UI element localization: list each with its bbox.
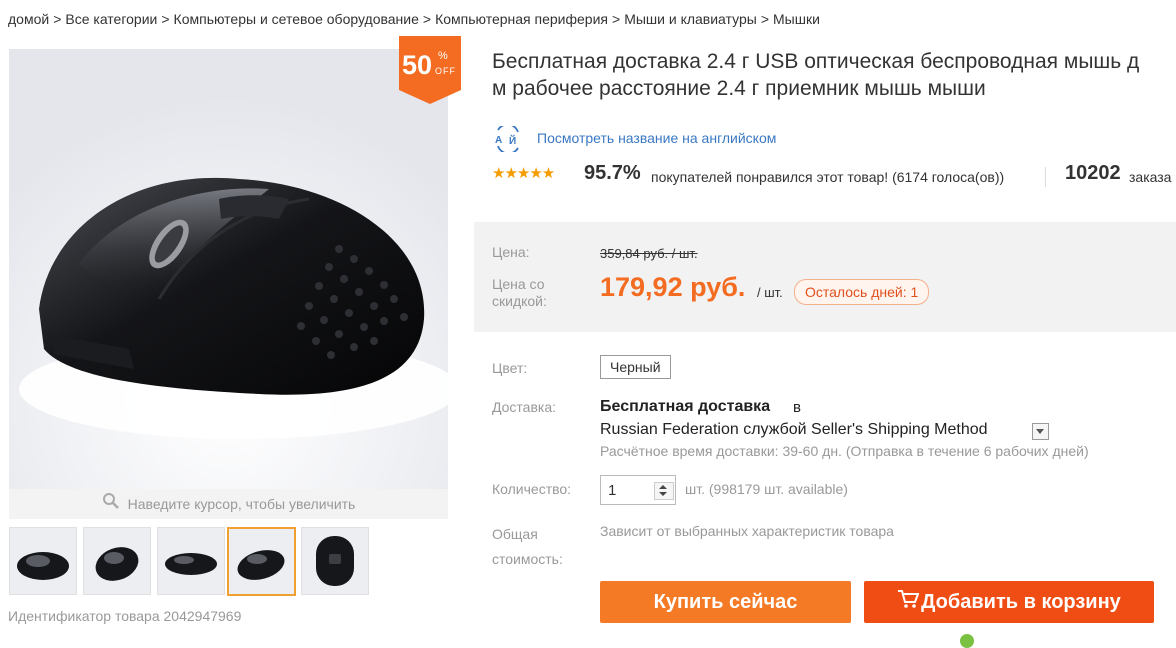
rating-votes[interactable]: покупателей понравился этот товар! (6174… — [651, 169, 1004, 185]
shipping-dropdown-icon[interactable] — [1032, 423, 1049, 440]
add-to-cart-label: Добавить в корзину — [921, 591, 1121, 613]
breadcrumb-mice[interactable]: Мышки — [773, 11, 820, 27]
stepper-up-icon[interactable] — [659, 485, 667, 489]
breadcrumb-computers[interactable]: Компьютеры и сетевое оборудование — [174, 11, 419, 27]
rating-row: ★★★★★ 95.7% покупателей понравился этот … — [492, 160, 1176, 190]
breadcrumb-separator: > — [612, 11, 621, 27]
breadcrumb-separator: > — [422, 11, 432, 27]
total-value: Зависит от выбранных характеристик товар… — [600, 523, 894, 539]
thumbnail-3[interactable] — [157, 527, 225, 595]
breadcrumb: домой > Все категории > Компьютеры и сетевое… — [8, 11, 820, 27]
shipping-label: Доставка: — [492, 399, 557, 415]
breadcrumb-all-categories[interactable]: Все категории — [65, 11, 157, 27]
quantity-input[interactable]: 1 — [600, 475, 676, 505]
thumbnail-2[interactable] — [83, 527, 151, 595]
thumbnail-4-active[interactable] — [227, 527, 296, 596]
total-label: Общая стоимость: — [492, 526, 563, 567]
breadcrumb-separator: > — [53, 11, 62, 27]
breadcrumb-mice-keyboards[interactable]: Мыши и клавиатуры — [624, 11, 757, 27]
discount-price-label: Цена со скидкой: — [492, 276, 547, 309]
per-unit: / шт. — [757, 285, 783, 300]
breadcrumb-home[interactable]: домой — [8, 11, 49, 27]
translate-icon: A Й — [492, 123, 524, 155]
rating-percent: 95.7% — [584, 162, 641, 184]
thumbnail-1[interactable] — [9, 527, 77, 595]
discount-off: OFF — [435, 66, 456, 76]
product-title-line-2: м рабочее расстояние 2.4 г приемник мышь… — [492, 77, 986, 100]
discount-percent: % — [438, 50, 448, 62]
breadcrumb-separator: > — [760, 11, 769, 27]
mouse-photo — [9, 49, 448, 489]
quantity-available: шт. (998179 шт. available) — [685, 481, 848, 497]
stepper-down-icon[interactable] — [659, 492, 667, 496]
price-label: Цена: — [492, 244, 530, 260]
price-box — [474, 222, 1176, 332]
main-product-image[interactable] — [9, 49, 448, 489]
buy-now-button[interactable]: Купить сейчас — [600, 581, 851, 623]
discount-badge: 50 % OFF — [399, 36, 461, 104]
breadcrumb-peripherals[interactable]: Компьютерная периферия — [435, 11, 608, 27]
color-option-black[interactable]: Черный — [600, 355, 671, 379]
quantity-value[interactable]: 1 — [608, 482, 616, 499]
svg-text:Й: Й — [509, 134, 516, 147]
zoom-hint-text: Наведите курсор, чтобы увеличить — [127, 496, 356, 512]
add-to-cart-button[interactable]: Добавить в корзину — [864, 581, 1154, 623]
cart-icon — [897, 582, 920, 624]
quantity-label: Количество: — [492, 481, 572, 497]
old-price: 359,84 руб. / шт. — [600, 246, 698, 261]
status-dot-icon — [960, 634, 974, 648]
quantity-stepper[interactable] — [654, 482, 674, 500]
rating-divider — [1045, 167, 1046, 187]
shipping-destination[interactable]: Russian Federation службой Seller's Ship… — [600, 421, 988, 439]
orders-label: заказа — [1129, 169, 1172, 185]
discount-value: 50 — [402, 50, 433, 80]
delivery-time: Расчётное время доставки: 39-60 дн. (Отп… — [600, 443, 1089, 459]
shipping-in: в — [793, 399, 801, 416]
zoom-hint-bar: Наведите курсор, чтобы увеличить — [9, 489, 448, 519]
thumbnail-5[interactable] — [301, 527, 369, 595]
days-left-badge: Осталось дней: 1 — [794, 279, 930, 305]
product-title: Бесплатная доставка 2.4 г USB оптическая… — [492, 48, 1176, 102]
breadcrumb-separator: > — [161, 11, 170, 27]
magnifier-icon — [102, 490, 120, 520]
orders-count: 10202 — [1065, 162, 1121, 184]
translate-link-text[interactable]: Посмотреть название на английском — [537, 130, 776, 146]
product-id: Идентификатор товара 2042947969 — [8, 608, 242, 624]
svg-text:A: A — [495, 135, 502, 146]
new-price: 179,92 руб. — [600, 272, 746, 302]
rating-stars-icon: ★★★★★ — [492, 165, 555, 182]
color-label: Цвет: — [492, 360, 528, 376]
free-shipping: Бесплатная доставка — [600, 398, 771, 415]
product-title-line-1: Бесплатная доставка 2.4 г USB оптическая… — [492, 50, 1140, 73]
